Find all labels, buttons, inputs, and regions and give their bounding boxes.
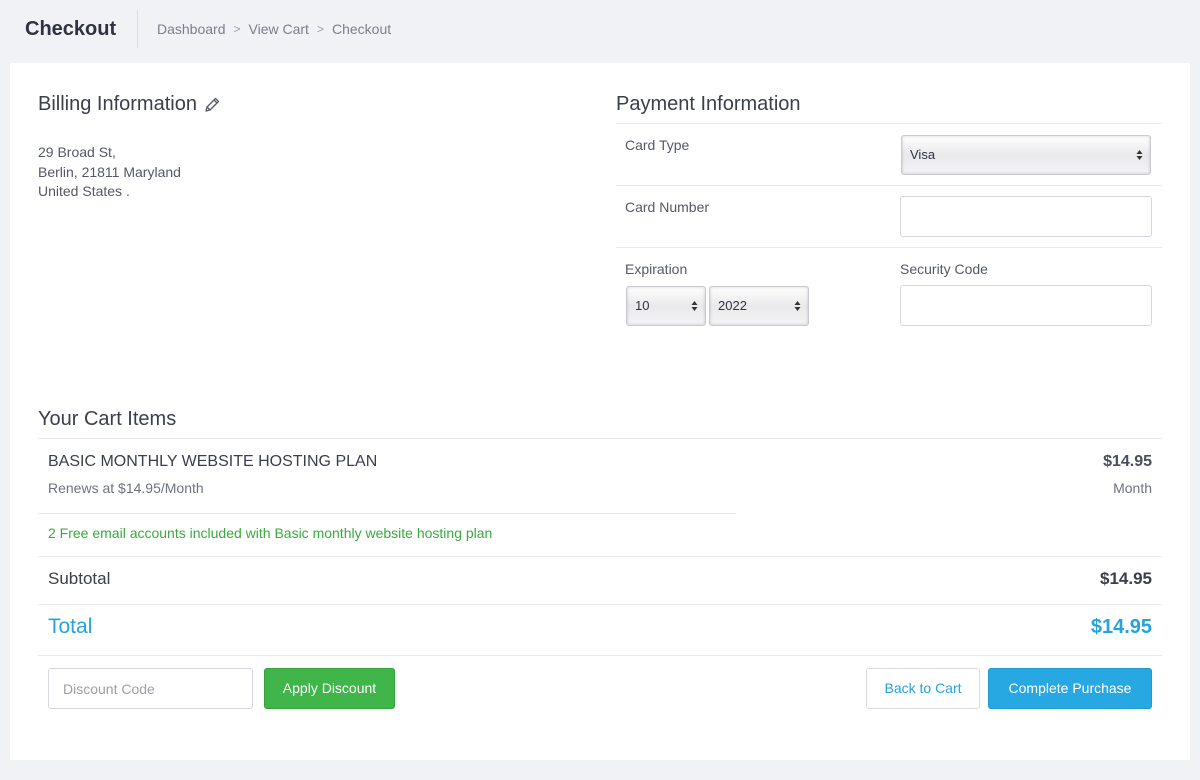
complete-purchase-button[interactable]: Complete Purchase xyxy=(988,668,1152,709)
security-code-label: Security Code xyxy=(900,261,988,277)
back-to-cart-button[interactable]: Back to Cart xyxy=(866,668,980,709)
apply-discount-button[interactable]: Apply Discount xyxy=(264,668,395,709)
total-value: $14.95 xyxy=(1090,616,1152,638)
payment-form: Card Type Visa Card Number Expiration 10… xyxy=(616,123,1162,347)
top-bar: Checkout Dashboard > View Cart > Checkou… xyxy=(0,0,1200,58)
breadcrumb: Dashboard > View Cart > Checkout xyxy=(157,21,391,37)
item-promo-text: 2 Free email accounts included with Basi… xyxy=(48,525,493,541)
item-renew-text: Renews at $14.95/Month xyxy=(48,480,204,496)
billing-title-text: Billing Information xyxy=(38,93,197,115)
select-arrows-icon xyxy=(794,301,801,311)
cart-items-table: BASIC MONTHLY WEBSITE HOSTING PLAN Renew… xyxy=(38,438,1162,656)
card-number-row: Card Number xyxy=(616,185,1162,247)
address-line-street: 29 Broad St, xyxy=(38,144,116,160)
card-number-label: Card Number xyxy=(625,199,710,215)
total-row: Total $14.95 xyxy=(38,604,1162,656)
subtotal-row: Subtotal $14.95 xyxy=(38,556,1162,604)
breadcrumb-checkout: Checkout xyxy=(331,21,392,37)
expiration-label: Expiration xyxy=(625,261,688,277)
security-code-input[interactable] xyxy=(900,285,1152,326)
expiration-year-select[interactable]: 2022 xyxy=(709,286,809,326)
item-period: Month xyxy=(1113,480,1152,496)
item-divider xyxy=(38,513,736,514)
item-name: BASIC MONTHLY WEBSITE HOSTING PLAN xyxy=(48,453,378,470)
breadcrumb-separator: > xyxy=(316,22,324,36)
card-type-select[interactable]: Visa xyxy=(901,135,1151,175)
cart-item: BASIC MONTHLY WEBSITE HOSTING PLAN Renew… xyxy=(38,438,1162,556)
item-price: $14.95 xyxy=(1103,453,1152,470)
checkout-card: Billing Information 29 Broad St, Berlin,… xyxy=(10,63,1190,760)
select-arrows-icon xyxy=(1136,150,1143,160)
breadcrumb-view-cart[interactable]: View Cart xyxy=(249,21,309,37)
subtotal-label: Subtotal xyxy=(48,569,111,588)
expiration-year-value: 2022 xyxy=(718,298,747,313)
cart-section-title: Your Cart Items xyxy=(38,408,177,430)
billing-section-title: Billing Information xyxy=(38,93,221,116)
card-type-row: Card Type Visa xyxy=(616,123,1162,185)
expiration-month-select[interactable]: 10 xyxy=(626,286,706,326)
select-arrows-icon xyxy=(691,301,698,311)
address-line-city: Berlin, 21811 Maryland xyxy=(38,163,181,180)
discount-code-input[interactable] xyxy=(48,668,253,709)
breadcrumb-dashboard[interactable]: Dashboard xyxy=(157,21,226,37)
billing-address: 29 Broad St, Berlin, 21811 Maryland Unit… xyxy=(38,143,181,202)
card-type-value: Visa xyxy=(910,147,936,162)
expiration-month-value: 10 xyxy=(635,298,650,313)
total-label: Total xyxy=(48,615,93,638)
payment-section-title: Payment Information xyxy=(616,93,801,115)
subtotal-value: $14.95 xyxy=(1100,569,1152,588)
card-number-input[interactable] xyxy=(900,196,1152,237)
expiration-row: Expiration 10 2022 Security Code xyxy=(616,247,1162,347)
address-line-country: United States . xyxy=(38,183,130,199)
pencil-icon[interactable] xyxy=(203,96,221,114)
page-title: Checkout xyxy=(0,10,138,48)
breadcrumb-separator: > xyxy=(233,22,241,36)
card-type-label: Card Type xyxy=(625,137,690,153)
